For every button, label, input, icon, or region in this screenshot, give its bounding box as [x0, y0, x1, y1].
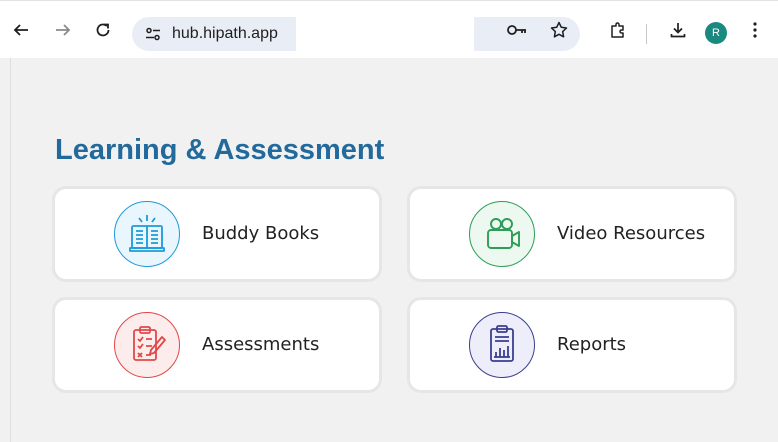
site-info-icon[interactable] [140, 21, 166, 47]
report-chart-icon [469, 312, 535, 378]
buddy-books-label: Buddy Books [202, 223, 320, 244]
reports-card[interactable]: Reports [407, 297, 737, 393]
page-title: Learning & Assessment [55, 134, 385, 166]
forward-arrow-icon[interactable] [50, 17, 76, 43]
book-icon [114, 201, 180, 267]
back-arrow-icon[interactable] [8, 17, 34, 43]
video-camera-icon [469, 201, 535, 267]
video-resources-card[interactable]: Video Resources [407, 186, 737, 282]
toolbar-divider [646, 24, 647, 44]
reports-label: Reports [557, 334, 627, 355]
browser-toolbar: hub.hipath.app R [0, 0, 778, 58]
bookmark-star-icon[interactable] [546, 17, 572, 43]
menu-dots-icon[interactable] [742, 17, 768, 43]
assessments-card[interactable]: Assessments [52, 297, 382, 393]
password-key-icon[interactable] [504, 17, 530, 43]
url-text[interactable]: hub.hipath.app [172, 17, 278, 51]
clipboard-pencil-icon [114, 312, 180, 378]
assessments-label: Assessments [202, 334, 320, 355]
profile-avatar[interactable]: R [705, 22, 727, 44]
download-icon[interactable] [665, 17, 691, 43]
extensions-puzzle-icon[interactable] [605, 17, 631, 43]
video-resources-label: Video Resources [557, 223, 706, 244]
reload-icon[interactable] [90, 17, 116, 43]
buddy-books-card[interactable]: Buddy Books [52, 186, 382, 282]
